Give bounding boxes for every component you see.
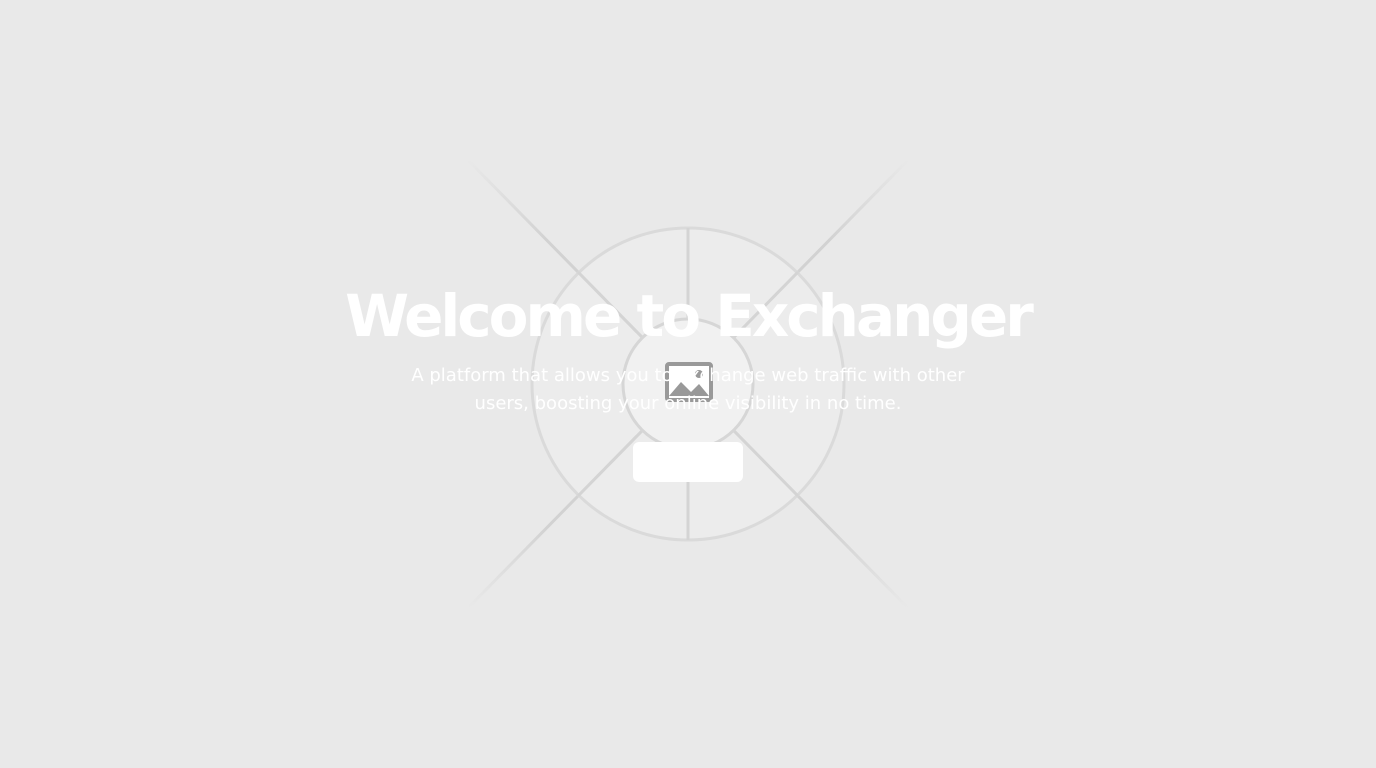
hero-title: Welcome to Exchanger	[345, 282, 1034, 350]
hero-cta-button[interactable]	[633, 442, 743, 482]
hero-section: Welcome to Exchanger A platform that all…	[0, 0, 1376, 768]
hero-subtitle: A platform that allows you to exchange w…	[411, 365, 965, 414]
